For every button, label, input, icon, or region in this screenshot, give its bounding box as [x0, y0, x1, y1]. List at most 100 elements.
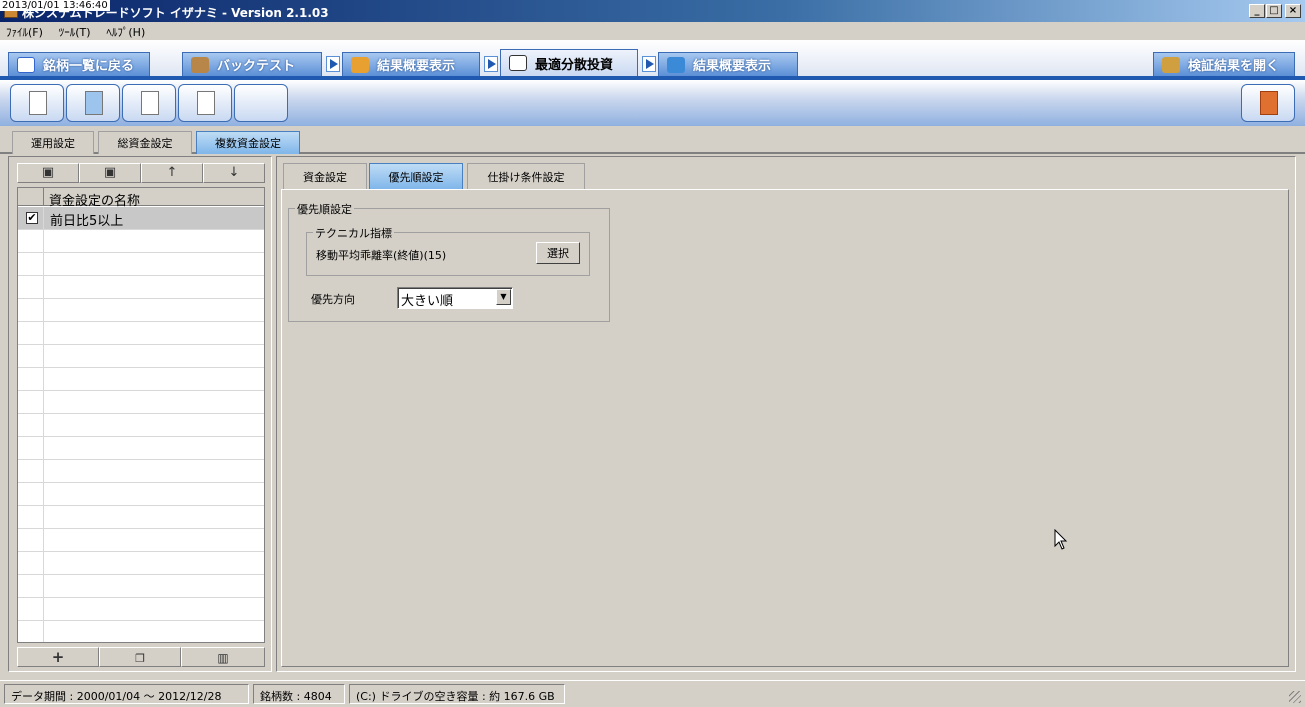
- funds-grid: 資金設定の名称 ✔ 前日比5以上: [17, 187, 265, 643]
- empty-cell: [18, 598, 44, 621]
- money-register-icon: [85, 91, 103, 115]
- empty-cell: [18, 552, 44, 575]
- tab-priority-settings[interactable]: 優先順設定: [369, 163, 463, 189]
- floppy-icon: ▣: [103, 165, 117, 180]
- table-row-empty: [18, 345, 264, 368]
- tab-funds-settings[interactable]: 資金設定: [283, 163, 367, 189]
- import-icon: [197, 91, 215, 115]
- empty-cell: [18, 414, 44, 437]
- floppy-icon: ▣: [41, 165, 55, 180]
- minimize-button[interactable]: _: [1249, 4, 1265, 18]
- tab-entry-conditions[interactable]: 仕掛け条件設定: [467, 163, 585, 189]
- move-down-button[interactable]: ↓: [203, 163, 265, 183]
- priority-direction-select[interactable]: 大きい順 ▼: [397, 287, 513, 309]
- empty-cell: [18, 437, 44, 460]
- checkbox-column-header: [18, 188, 44, 206]
- direction-label: 優先方向: [311, 293, 355, 306]
- menu-help[interactable]: ﾍﾙﾌﾟ(H): [100, 22, 151, 40]
- new-button[interactable]: [10, 84, 64, 122]
- copy-button[interactable]: ❐: [99, 647, 181, 667]
- table-row[interactable]: ✔ 前日比5以上: [18, 207, 264, 230]
- table-row-empty: [18, 529, 264, 552]
- open-results-button[interactable]: 検証結果を開く: [1153, 52, 1295, 76]
- toolbar: [0, 80, 1305, 126]
- tab-label: 銘柄一覧に戻る: [43, 59, 135, 74]
- tab-label: 結果概要表示: [377, 59, 456, 74]
- status-disk-space: (C:) ドライブの空き容量 : 約 167.6 GB: [349, 684, 565, 704]
- run-button[interactable]: [1241, 84, 1295, 122]
- dropdown-arrow-icon[interactable]: ▼: [496, 289, 511, 305]
- import-button[interactable]: [178, 84, 232, 122]
- arrow-right-icon: [484, 56, 498, 72]
- priority-group-title: 優先順設定: [295, 201, 354, 217]
- move-up-button[interactable]: ↑: [141, 163, 203, 183]
- resize-grip-icon[interactable]: [1289, 691, 1301, 703]
- bar-chart-icon: [667, 56, 685, 73]
- table-row-empty: [18, 575, 264, 598]
- technical-indicator-group: テクニカル指標 移動平均乖離率(終値)(15) 選択: [306, 225, 590, 276]
- table-row-empty: [18, 276, 264, 299]
- status-bar: データ期間 : 2000/01/04 〜 2012/12/28 銘柄数 : 48…: [0, 680, 1305, 707]
- table-row-empty: [18, 483, 264, 506]
- funds-button[interactable]: [66, 84, 120, 122]
- tab-backtest[interactable]: バックテスト: [182, 52, 322, 76]
- eye-icon: [17, 56, 35, 73]
- open-folder-icon: [1162, 56, 1180, 73]
- empty-cell: [18, 460, 44, 483]
- tab-multi-funds-settings[interactable]: 複数資金設定: [196, 131, 300, 154]
- tab-summary-1[interactable]: 結果概要表示: [342, 52, 480, 76]
- table-row-empty: [18, 414, 264, 437]
- tab-optimal-allocation[interactable]: 最適分散投資: [500, 49, 638, 76]
- maximize-button[interactable]: □: [1266, 4, 1282, 18]
- empty-cell: [18, 391, 44, 414]
- table-row-empty: [18, 437, 264, 460]
- close-button[interactable]: ×: [1285, 4, 1301, 18]
- tools-button[interactable]: [234, 84, 288, 122]
- row-checkbox[interactable]: ✔: [26, 212, 38, 224]
- table-row-empty: [18, 322, 264, 345]
- menu-tools[interactable]: ﾂｰﾙ(T): [53, 22, 97, 40]
- add-button[interactable]: +: [17, 647, 99, 667]
- empty-cell: [18, 483, 44, 506]
- table-row-empty: [18, 391, 264, 414]
- empty-cell: [18, 345, 44, 368]
- grid-icon: [509, 55, 527, 71]
- save-button[interactable]: ▣: [17, 163, 79, 183]
- grid-header: 資金設定の名称: [18, 188, 264, 209]
- settings-panel: 資金設定 優先順設定 仕掛け条件設定 優先順設定 テクニカル指標 移動平均乖離率…: [276, 156, 1296, 672]
- tab-label: 結果概要表示: [693, 59, 772, 74]
- arrow-right-icon: [326, 56, 340, 72]
- priority-direction-value: 大きい順: [401, 294, 454, 309]
- table-row-empty: [18, 552, 264, 575]
- new-document-icon: [29, 91, 47, 115]
- priority-group: 優先順設定 テクニカル指標 移動平均乖離率(終値)(15) 選択 優先方向 大き…: [288, 201, 610, 322]
- table-row-empty: [18, 368, 264, 391]
- empty-cell: [18, 322, 44, 345]
- table-row-empty: [18, 299, 264, 322]
- menu-file[interactable]: ﾌｧｲﾙ(F): [0, 22, 49, 40]
- empty-cell: [18, 575, 44, 598]
- select-indicator-button[interactable]: 選択: [536, 242, 580, 264]
- table-row-empty: [18, 230, 264, 253]
- mouse-cursor-icon: [1054, 529, 1068, 550]
- table-row-empty: [18, 253, 264, 276]
- empty-cell: [18, 621, 44, 642]
- tab-total-funds-settings[interactable]: 総資金設定: [98, 131, 192, 154]
- table-row-empty: [18, 598, 264, 621]
- technical-group-title: テクニカル指標: [313, 225, 394, 241]
- chart-money-icon: [351, 56, 369, 73]
- tab-label: 検証結果を開く: [1188, 59, 1280, 74]
- delete-button[interactable]: ▥: [181, 647, 265, 667]
- row-name: 前日比5以上: [50, 214, 124, 229]
- export-button[interactable]: [122, 84, 176, 122]
- save-as-button[interactable]: ▣: [79, 163, 141, 183]
- tab-summary-2[interactable]: 結果概要表示: [658, 52, 798, 76]
- tab-operation-settings[interactable]: 運用設定: [12, 131, 94, 154]
- settings-tabs: 運用設定 総資金設定 複数資金設定: [0, 126, 1305, 154]
- status-data-period: データ期間 : 2000/01/04 〜 2012/12/28: [4, 684, 249, 704]
- table-row-empty: [18, 506, 264, 529]
- title-bar: 株システムトレードソフト イザナミ - Version 2.1.03 2013/…: [0, 0, 1305, 22]
- tab-back-to-list[interactable]: 銘柄一覧に戻る: [8, 52, 150, 76]
- empty-cell: [18, 299, 44, 322]
- tab-label: 最適分散投資: [535, 57, 614, 73]
